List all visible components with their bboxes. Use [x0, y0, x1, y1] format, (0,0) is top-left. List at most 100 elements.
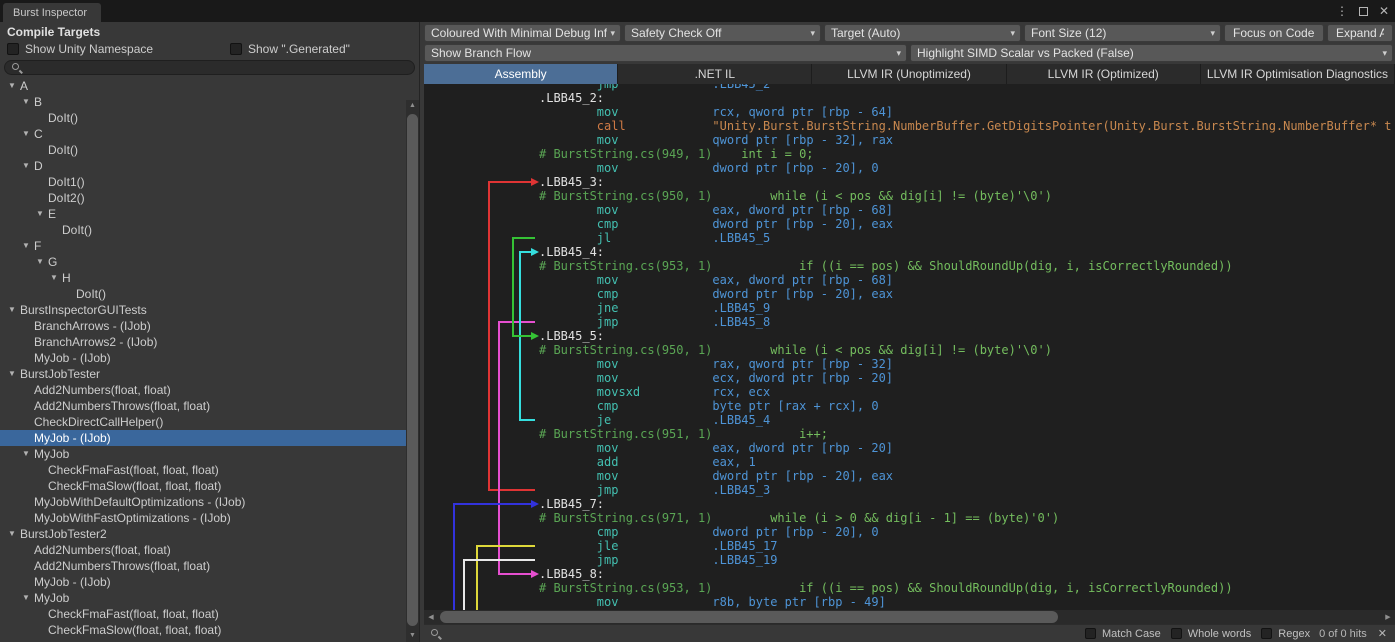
foldout-arrow-icon[interactable]: ▼	[22, 94, 34, 110]
code-line: mov ecx, dword ptr [rbp - 20]	[539, 371, 1395, 385]
foldout-arrow-icon[interactable]: ▼	[8, 302, 20, 318]
foldout-arrow-icon[interactable]: ▼	[22, 238, 34, 254]
tree-item[interactable]: DoIt()	[0, 142, 406, 158]
foldout-arrow-icon[interactable]: ▼	[22, 446, 34, 462]
tree-item[interactable]: ▼F	[0, 238, 406, 254]
code-segment: jmp	[597, 315, 619, 329]
code-segment: r8b, byte ptr [rbp - 49]	[712, 595, 885, 609]
kebab-menu-icon[interactable]: ⋮	[1336, 4, 1348, 18]
expand-all-button[interactable]: Expand All	[1327, 24, 1393, 42]
tree-item[interactable]: Add2NumbersThrows(float, float)	[0, 558, 406, 574]
foldout-arrow-icon[interactable]: ▼	[8, 78, 20, 94]
tree-item[interactable]: DoIt2()	[0, 190, 406, 206]
code-segment: cmp	[597, 399, 619, 413]
tree-item[interactable]: BranchArrows2 - (IJob)	[0, 334, 406, 350]
foldout-arrow-icon[interactable]: ▼	[22, 158, 34, 174]
tree-scrollbar[interactable]: ▲ ▼	[406, 100, 419, 642]
assembly-view[interactable]: jmp .LBB45_2.LBB45_2: mov rcx, qword ptr…	[424, 84, 1395, 624]
dropdown-label: Show Branch Flow	[431, 46, 893, 60]
tree-item[interactable]: DoIt()	[0, 110, 406, 126]
checkbox-icon[interactable]	[230, 43, 242, 55]
tree-item[interactable]: DoIt()	[0, 286, 406, 302]
window-tab-burst-inspector[interactable]: Burst Inspector	[3, 3, 101, 22]
scrollbar-thumb[interactable]	[407, 114, 418, 626]
branch-flow-dropdown[interactable]: Show Branch Flow▾	[424, 44, 907, 62]
scroll-down-icon[interactable]: ▼	[409, 630, 416, 642]
tree-item[interactable]: Add2Numbers(float, float)	[0, 382, 406, 398]
tree-item[interactable]: BranchArrows - (IJob)	[0, 318, 406, 334]
find-input[interactable]	[450, 626, 1076, 641]
titlebar: Burst Inspector ⋮ ✕	[0, 0, 1395, 22]
tree-item[interactable]: CheckFmaFast(float, float, float)	[0, 462, 406, 478]
show-unity-namespace-toggle[interactable]: Show Unity Namespace	[7, 42, 230, 56]
tree-item[interactable]: MyJobWithDefaultOptimizations - (IJob)	[0, 494, 406, 510]
scrollbar-track[interactable]	[406, 112, 419, 630]
foldout-arrow-icon[interactable]: ▼	[36, 254, 48, 270]
match-case-toggle[interactable]: Match Case	[1085, 628, 1161, 640]
tree-search-input[interactable]	[27, 61, 408, 74]
tree-item[interactable]: CheckDirectCallHelper()	[0, 414, 406, 430]
dropdown-label: Safety Check Off	[631, 26, 807, 40]
tree-item[interactable]: CheckFmaSlow(float, float, float)	[0, 478, 406, 494]
tree-item[interactable]: ▼C	[0, 126, 406, 142]
code-line: .LBB45_4:	[539, 245, 1395, 259]
tree-item[interactable]: MyJob - (IJob)	[0, 350, 406, 366]
regex-toggle[interactable]: Regex	[1261, 628, 1310, 640]
foldout-arrow-icon[interactable]: ▼	[8, 366, 20, 382]
whole-words-toggle[interactable]: Whole words	[1171, 628, 1252, 640]
foldout-arrow-icon[interactable]: ▼	[22, 590, 34, 606]
scrollbar-track[interactable]	[438, 610, 1381, 624]
foldout-arrow-icon[interactable]: ▼	[8, 526, 20, 542]
tree-item[interactable]: MyJobWithFastOptimizations - (IJob)	[0, 510, 406, 526]
maximize-icon[interactable]	[1359, 7, 1368, 16]
debug-info-dropdown[interactable]: Coloured With Minimal Debug Information▾	[424, 24, 621, 42]
scroll-up-icon[interactable]: ▲	[409, 100, 416, 112]
code-horizontal-scrollbar[interactable]: ◀ ▶	[424, 610, 1395, 624]
tree-item[interactable]: ▼B	[0, 94, 406, 110]
tree-item[interactable]: CheckFmaFast(float, float, float)	[0, 606, 406, 622]
close-icon[interactable]: ✕	[1379, 4, 1389, 18]
simd-highlight-dropdown[interactable]: Highlight SIMD Scalar vs Packed (False)▾	[910, 44, 1393, 62]
tree-item[interactable]: ▼BurstJobTester2	[0, 526, 406, 542]
foldout-arrow-icon[interactable]: ▼	[36, 206, 48, 222]
foldout-arrow-icon[interactable]: ▼	[22, 126, 34, 142]
tree-item[interactable]: Add2Numbers(float, float)	[0, 542, 406, 558]
tree-item[interactable]: Add2NumbersThrows(float, float)	[0, 398, 406, 414]
scrollbar-thumb[interactable]	[440, 611, 1058, 623]
foldout-arrow-icon[interactable]: ▼	[50, 270, 62, 286]
checkbox-icon[interactable]	[7, 43, 19, 55]
tree-item[interactable]: DoIt1()	[0, 174, 406, 190]
tree-item[interactable]: CheckFmaSlow(float, float, float)	[0, 622, 406, 638]
tree-item[interactable]: ▼G	[0, 254, 406, 270]
tab-llvm-ir-optimized[interactable]: LLVM IR (Optimized)	[1007, 64, 1201, 84]
tree-item[interactable]: ▼H	[0, 270, 406, 286]
target-dropdown[interactable]: Target (Auto)▾	[824, 24, 1021, 42]
tab-assembly[interactable]: Assembly	[424, 64, 618, 84]
tree-item[interactable]: ▼MyJob	[0, 446, 406, 462]
checkbox-icon[interactable]	[1171, 628, 1182, 639]
checkbox-icon[interactable]	[1085, 628, 1096, 639]
tree-item[interactable]: ▼D	[0, 158, 406, 174]
tab-net-il[interactable]: .NET IL	[618, 64, 812, 84]
tree-item[interactable]: ▼MyJob	[0, 590, 406, 606]
focus-on-code-button[interactable]: Focus on Code	[1224, 24, 1324, 42]
tree-search-field[interactable]	[4, 60, 415, 75]
checkbox-icon[interactable]	[1261, 628, 1272, 639]
show-generated-toggle[interactable]: Show ".Generated"	[230, 42, 350, 56]
scroll-right-icon[interactable]: ▶	[1381, 613, 1395, 621]
tab-llvm-ir-optimisation-diagnostics[interactable]: LLVM IR Optimisation Diagnostics	[1201, 64, 1395, 84]
tree-item[interactable]: ▼BurstInspectorGUITests	[0, 302, 406, 318]
tree-item[interactable]: ▼BurstJobTester	[0, 366, 406, 382]
close-find-icon[interactable]: ✕	[1378, 627, 1387, 640]
tree-item[interactable]: ▼A	[0, 78, 406, 94]
tree-item[interactable]: DoIt()	[0, 222, 406, 238]
tree-item[interactable]: ▼E	[0, 206, 406, 222]
scroll-left-icon[interactable]: ◀	[424, 613, 438, 621]
code-segment: jmp	[597, 553, 619, 567]
font-size-dropdown[interactable]: Font Size (12)▾	[1024, 24, 1221, 42]
tab-llvm-ir-unoptimized[interactable]: LLVM IR (Unoptimized)	[812, 64, 1006, 84]
safety-check-dropdown[interactable]: Safety Check Off▾	[624, 24, 821, 42]
tree-item[interactable]: MyJob - (IJob)	[0, 574, 406, 590]
tree-item-label: Add2NumbersThrows(float, float)	[34, 399, 210, 413]
tree-item[interactable]: MyJob - (IJob)	[0, 430, 406, 446]
